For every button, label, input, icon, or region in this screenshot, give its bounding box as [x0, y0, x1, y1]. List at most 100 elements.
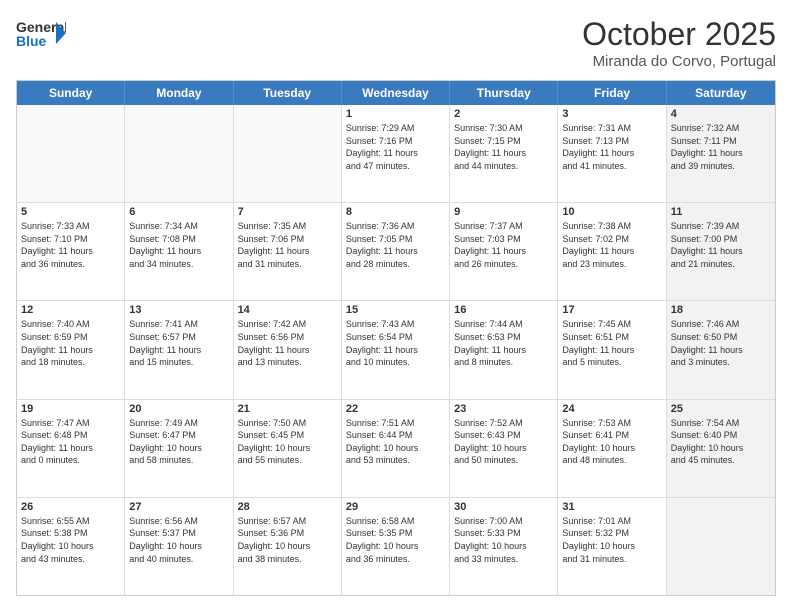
calendar-cell: 3Sunrise: 7:31 AM Sunset: 7:13 PM Daylig…	[558, 105, 666, 202]
calendar-cell	[667, 498, 775, 595]
svg-text:Blue: Blue	[16, 33, 47, 49]
calendar-cell: 11Sunrise: 7:39 AM Sunset: 7:00 PM Dayli…	[667, 203, 775, 300]
cell-date: 30	[454, 501, 553, 513]
cell-date: 13	[129, 304, 228, 316]
calendar-cell: 17 Sunrise: 7:45 AM Sunset: 6:51 PM Dayli…	[558, 301, 666, 398]
logo: GeneralBlue	[16, 16, 66, 51]
calendar-cell: 1 Sunrise: 7:29 AM Sunset: 7:16 PM Daylig…	[342, 105, 450, 202]
day-headers: SundayMondayTuesdayWednesdayThursdayFrid…	[17, 81, 775, 105]
calendar-cell	[17, 105, 125, 202]
calendar-cell: 12 Sunrise: 7:40 AM Sunset: 6:59 PM Dayli…	[17, 301, 125, 398]
cell-info: Sunrise: 7:00 AM Sunset: 5:33 PM Dayligh…	[454, 515, 553, 565]
calendar-cell: 27Sunrise: 6:56 AM Sunset: 5:37 PM Dayli…	[125, 498, 233, 595]
cell-date: 22	[346, 403, 445, 415]
page: GeneralBlue October 2025 Miranda do Corv…	[0, 0, 792, 612]
calendar-cell: 2 Sunrise: 7:30 AM Sunset: 7:15 PM Daylig…	[450, 105, 558, 202]
cell-date: 2	[454, 108, 553, 120]
cell-date: 14	[238, 304, 337, 316]
cell-date: 20	[129, 403, 228, 415]
header: GeneralBlue October 2025 Miranda do Corv…	[16, 16, 776, 70]
calendar-cell: 30 Sunrise: 7:00 AM Sunset: 5:33 PM Dayli…	[450, 498, 558, 595]
calendar-row-2: 12 Sunrise: 7:40 AM Sunset: 6:59 PM Dayli…	[17, 301, 775, 399]
cell-info: Sunrise: 7:49 AM Sunset: 6:47 PM Dayligh…	[129, 417, 228, 467]
calendar-row-1: 5 Sunrise: 7:33 AM Sunset: 7:10 PM Daylig…	[17, 203, 775, 301]
day-header-sunday: Sunday	[17, 81, 125, 105]
cell-info: Sunrise: 7:50 AM Sunset: 6:45 PM Dayligh…	[238, 417, 337, 467]
cell-info: Sunrise: 6:58 AM Sunset: 5:35 PM Dayligh…	[346, 515, 445, 565]
day-header-tuesday: Tuesday	[234, 81, 342, 105]
cell-info: Sunrise: 7:35 AM Sunset: 7:06 PM Dayligh…	[238, 220, 337, 270]
calendar-cell: 16 Sunrise: 7:44 AM Sunset: 6:53 PM Dayli…	[450, 301, 558, 398]
calendar-cell: 22 Sunrise: 7:51 AM Sunset: 6:44 PM Dayli…	[342, 400, 450, 497]
cell-info: Sunrise: 7:29 AM Sunset: 7:16 PM Dayligh…	[346, 122, 445, 172]
cell-date: 21	[238, 403, 337, 415]
day-header-saturday: Saturday	[667, 81, 775, 105]
cell-info: Sunrise: 6:57 AM Sunset: 5:36 PM Dayligh…	[238, 515, 337, 565]
cell-info: Sunrise: 7:51 AM Sunset: 6:44 PM Dayligh…	[346, 417, 445, 467]
calendar-cell: 18 Sunrise: 7:46 AM Sunset: 6:50 PM Dayli…	[667, 301, 775, 398]
cell-date: 4	[671, 108, 771, 120]
logo-svg: GeneralBlue	[16, 16, 66, 51]
cell-info: Sunrise: 6:55 AM Sunset: 5:38 PM Dayligh…	[21, 515, 120, 565]
cell-info: Sunrise: 7:43 AM Sunset: 6:54 PM Dayligh…	[346, 318, 445, 368]
calendar-cell: 14Sunrise: 7:42 AM Sunset: 6:56 PM Dayli…	[234, 301, 342, 398]
calendar-cell: 31Sunrise: 7:01 AM Sunset: 5:32 PM Dayli…	[558, 498, 666, 595]
cell-info: Sunrise: 7:37 AM Sunset: 7:03 PM Dayligh…	[454, 220, 553, 270]
cell-date: 12	[21, 304, 120, 316]
cell-date: 9	[454, 206, 553, 218]
cell-info: Sunrise: 7:32 AM Sunset: 7:11 PM Dayligh…	[671, 122, 771, 172]
calendar-cell: 13 Sunrise: 7:41 AM Sunset: 6:57 PM Dayli…	[125, 301, 233, 398]
cell-date: 18	[671, 304, 771, 316]
calendar-cell: 21 Sunrise: 7:50 AM Sunset: 6:45 PM Dayli…	[234, 400, 342, 497]
calendar-body: 1 Sunrise: 7:29 AM Sunset: 7:16 PM Daylig…	[17, 105, 775, 595]
cell-date: 25	[671, 403, 771, 415]
cell-date: 16	[454, 304, 553, 316]
cell-date: 17	[562, 304, 661, 316]
cell-date: 15	[346, 304, 445, 316]
cell-info: Sunrise: 7:36 AM Sunset: 7:05 PM Dayligh…	[346, 220, 445, 270]
cell-date: 5	[21, 206, 120, 218]
calendar: SundayMondayTuesdayWednesdayThursdayFrid…	[16, 80, 776, 596]
title-area: October 2025 Miranda do Corvo, Portugal	[582, 16, 776, 70]
calendar-cell: 10Sunrise: 7:38 AM Sunset: 7:02 PM Dayli…	[558, 203, 666, 300]
cell-date: 27	[129, 501, 228, 513]
day-header-thursday: Thursday	[450, 81, 558, 105]
calendar-cell: 19Sunrise: 7:47 AM Sunset: 6:48 PM Dayli…	[17, 400, 125, 497]
cell-info: Sunrise: 7:31 AM Sunset: 7:13 PM Dayligh…	[562, 122, 661, 172]
day-header-friday: Friday	[558, 81, 666, 105]
cell-info: Sunrise: 7:44 AM Sunset: 6:53 PM Dayligh…	[454, 318, 553, 368]
cell-info: Sunrise: 7:30 AM Sunset: 7:15 PM Dayligh…	[454, 122, 553, 172]
calendar-cell: 5 Sunrise: 7:33 AM Sunset: 7:10 PM Daylig…	[17, 203, 125, 300]
cell-info: Sunrise: 7:41 AM Sunset: 6:57 PM Dayligh…	[129, 318, 228, 368]
cell-info: Sunrise: 7:33 AM Sunset: 7:10 PM Dayligh…	[21, 220, 120, 270]
calendar-cell: 4 Sunrise: 7:32 AM Sunset: 7:11 PM Daylig…	[667, 105, 775, 202]
cell-date: 23	[454, 403, 553, 415]
cell-info: Sunrise: 7:39 AM Sunset: 7:00 PM Dayligh…	[671, 220, 771, 270]
cell-date: 28	[238, 501, 337, 513]
cell-info: Sunrise: 7:52 AM Sunset: 6:43 PM Dayligh…	[454, 417, 553, 467]
cell-date: 26	[21, 501, 120, 513]
cell-info: Sunrise: 7:47 AM Sunset: 6:48 PM Dayligh…	[21, 417, 120, 467]
calendar-row-4: 26 Sunrise: 6:55 AM Sunset: 5:38 PM Dayli…	[17, 498, 775, 595]
cell-date: 1	[346, 108, 445, 120]
calendar-cell: 9 Sunrise: 7:37 AM Sunset: 7:03 PM Daylig…	[450, 203, 558, 300]
calendar-cell: 15 Sunrise: 7:43 AM Sunset: 6:54 PM Dayli…	[342, 301, 450, 398]
calendar-cell: 24Sunrise: 7:53 AM Sunset: 6:41 PM Dayli…	[558, 400, 666, 497]
cell-info: Sunrise: 7:40 AM Sunset: 6:59 PM Dayligh…	[21, 318, 120, 368]
cell-info: Sunrise: 7:46 AM Sunset: 6:50 PM Dayligh…	[671, 318, 771, 368]
cell-date: 7	[238, 206, 337, 218]
cell-date: 10	[562, 206, 661, 218]
location: Miranda do Corvo, Portugal	[582, 53, 776, 70]
cell-info: Sunrise: 7:01 AM Sunset: 5:32 PM Dayligh…	[562, 515, 661, 565]
calendar-cell	[234, 105, 342, 202]
calendar-cell	[125, 105, 233, 202]
cell-date: 29	[346, 501, 445, 513]
calendar-cell: 20 Sunrise: 7:49 AM Sunset: 6:47 PM Dayli…	[125, 400, 233, 497]
cell-info: Sunrise: 7:45 AM Sunset: 6:51 PM Dayligh…	[562, 318, 661, 368]
month-title: October 2025	[582, 16, 776, 53]
calendar-row-0: 1 Sunrise: 7:29 AM Sunset: 7:16 PM Daylig…	[17, 105, 775, 203]
day-header-wednesday: Wednesday	[342, 81, 450, 105]
cell-info: Sunrise: 7:34 AM Sunset: 7:08 PM Dayligh…	[129, 220, 228, 270]
calendar-cell: 29 Sunrise: 6:58 AM Sunset: 5:35 PM Dayli…	[342, 498, 450, 595]
calendar-cell: 6Sunrise: 7:34 AM Sunset: 7:08 PM Daylig…	[125, 203, 233, 300]
